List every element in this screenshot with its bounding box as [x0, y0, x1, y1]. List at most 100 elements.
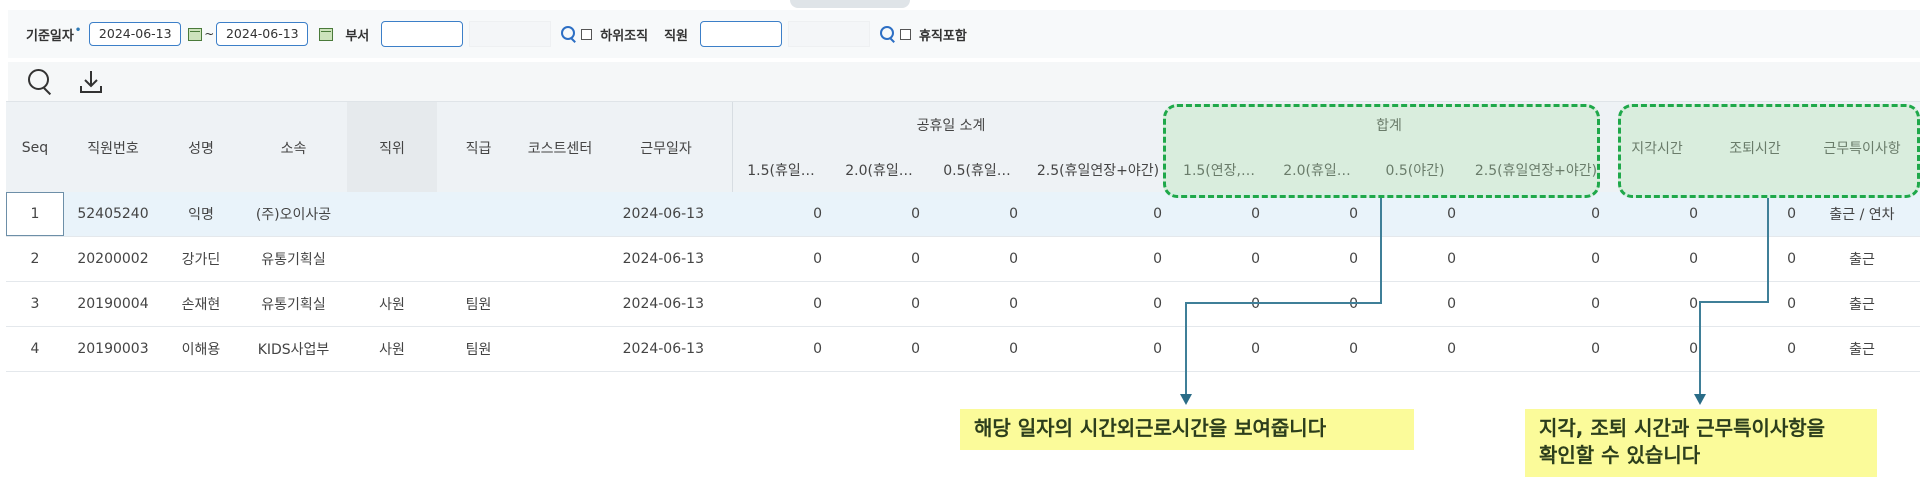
cell-h-2[interactable]: 0 [928, 327, 1026, 371]
cell-h-1[interactable]: 0 [830, 237, 928, 281]
cell-note[interactable]: 출근 [1804, 327, 1920, 371]
cell-dept[interactable]: KIDS사업부 [240, 327, 347, 371]
header-holiday-0-5[interactable]: 0.5(휴일… [928, 147, 1026, 193]
cell-t-1[interactable]: 0 [1268, 192, 1366, 236]
table-row[interactable]: 3 20190004 손재현 유통기획실 사원 팀원 2024-06-13 0 0 0 0 0 0 0 0 0… [6, 282, 1920, 327]
cell-work_date[interactable]: 2024-06-13 [600, 192, 732, 236]
cell-grade[interactable]: 팀원 [437, 327, 520, 371]
cell-h-2[interactable]: 0 [928, 282, 1026, 326]
cell-grade[interactable]: 팀원 [437, 282, 520, 326]
cell-early[interactable]: 0 [1706, 192, 1804, 236]
cell-h-0[interactable]: 0 [732, 237, 830, 281]
cell-t-0[interactable]: 0 [1170, 192, 1268, 236]
cell-work_date[interactable]: 2024-06-13 [600, 282, 732, 326]
date-from-input[interactable]: 2024-06-13 [89, 22, 182, 46]
dept-code-input[interactable] [381, 21, 464, 47]
cell-cost_center[interactable] [520, 282, 600, 326]
cell-position[interactable] [347, 237, 437, 281]
date-to-input[interactable]: 2024-06-13 [216, 22, 309, 46]
search-icon[interactable] [28, 69, 54, 96]
cell-t-3[interactable]: 0 [1464, 327, 1608, 371]
cell-seq[interactable]: 4 [6, 327, 64, 371]
calendar-icon[interactable] [188, 27, 203, 41]
cell-work_date[interactable]: 2024-06-13 [600, 237, 732, 281]
cell-t-1[interactable]: 0 [1268, 282, 1366, 326]
cell-h-2[interactable]: 0 [928, 192, 1026, 236]
cell-h-1[interactable]: 0 [830, 282, 928, 326]
cell-h-0[interactable]: 0 [732, 327, 830, 371]
cell-h-2[interactable]: 0 [928, 237, 1026, 281]
header-work-date[interactable]: 근무일자 [600, 102, 732, 193]
cell-emp_no[interactable]: 20190003 [64, 327, 162, 371]
cell-grade[interactable] [437, 192, 520, 236]
cell-emp_no[interactable]: 20190004 [64, 282, 162, 326]
cell-work_date[interactable]: 2024-06-13 [600, 327, 732, 371]
table-row[interactable]: 2 20200002 강가딘 유통기획실 2024-06-13 0 0 0 0 0 0 0 0 0 0 출근 [6, 237, 1920, 282]
cell-position[interactable]: 사원 [347, 282, 437, 326]
cell-emp_no[interactable]: 52405240 [64, 192, 162, 236]
header-cost-center[interactable]: 코스트센터 [520, 102, 600, 193]
cell-t-1[interactable]: 0 [1268, 237, 1366, 281]
employee-search-icon[interactable] [880, 26, 896, 43]
cell-h-1[interactable]: 0 [830, 192, 928, 236]
cell-t-3[interactable]: 0 [1464, 237, 1608, 281]
include-leave-checkbox[interactable] [900, 28, 911, 40]
cell-seq[interactable]: 2 [6, 237, 64, 281]
cell-position[interactable] [347, 192, 437, 236]
cell-late[interactable]: 0 [1608, 282, 1706, 326]
cell-dept[interactable]: 유통기획실 [240, 282, 347, 326]
cell-late[interactable]: 0 [1608, 327, 1706, 371]
cell-early[interactable]: 0 [1706, 282, 1804, 326]
cell-cost_center[interactable] [520, 192, 600, 236]
cell-cost_center[interactable] [520, 237, 600, 281]
cell-h-3[interactable]: 0 [1026, 192, 1170, 236]
cell-grade[interactable] [437, 237, 520, 281]
cell-seq[interactable]: 1 [6, 192, 64, 236]
employee-code-input[interactable] [700, 21, 782, 47]
cell-t-3[interactable]: 0 [1464, 282, 1608, 326]
cell-position[interactable]: 사원 [347, 327, 437, 371]
cell-h-3[interactable]: 0 [1026, 237, 1170, 281]
cell-dept[interactable]: (주)오이사공 [240, 192, 347, 236]
cell-early[interactable]: 0 [1706, 327, 1804, 371]
header-position[interactable]: 직위 [347, 102, 437, 193]
cell-t-2[interactable]: 0 [1366, 327, 1464, 371]
cell-late[interactable]: 0 [1608, 192, 1706, 236]
header-holiday-2-0[interactable]: 2.0(휴일… [830, 147, 928, 193]
table-row[interactable]: 1 52405240 익명 (주)오이사공 2024-06-13 0 0 0 0 0 0 0 0 0 0 출근… [6, 192, 1920, 237]
cell-name[interactable]: 이해용 [162, 327, 240, 371]
sub-org-checkbox[interactable] [581, 28, 593, 40]
cell-name[interactable]: 강가딘 [162, 237, 240, 281]
dept-search-icon[interactable] [561, 26, 577, 43]
header-seq[interactable]: Seq [6, 102, 64, 193]
header-grade[interactable]: 직급 [437, 102, 520, 193]
cell-h-3[interactable]: 0 [1026, 282, 1170, 326]
cell-emp_no[interactable]: 20200002 [64, 237, 162, 281]
cell-h-0[interactable]: 0 [732, 282, 830, 326]
header-holiday-2-5[interactable]: 2.5(휴일연장+야간) [1026, 147, 1170, 193]
cell-t-3[interactable]: 0 [1464, 192, 1608, 236]
cell-name[interactable]: 익명 [162, 192, 240, 236]
header-holiday-1-5[interactable]: 1.5(휴일… [732, 147, 830, 193]
calendar-icon[interactable] [319, 27, 334, 41]
header-dept[interactable]: 소속 [240, 102, 347, 193]
cell-cost_center[interactable] [520, 327, 600, 371]
download-icon[interactable] [78, 68, 104, 96]
cell-h-3[interactable]: 0 [1026, 327, 1170, 371]
base-date-label: 기준일자• [26, 25, 81, 44]
cell-h-1[interactable]: 0 [830, 327, 928, 371]
cell-late[interactable]: 0 [1608, 237, 1706, 281]
cell-early[interactable]: 0 [1706, 237, 1804, 281]
cell-seq[interactable]: 3 [6, 282, 64, 326]
cell-h-0[interactable]: 0 [732, 192, 830, 236]
cell-t-1[interactable]: 0 [1268, 327, 1366, 371]
cell-t-0[interactable]: 0 [1170, 237, 1268, 281]
cell-note[interactable]: 출근 / 연차 [1804, 192, 1920, 236]
table-row[interactable]: 4 20190003 이해용 KIDS사업부 사원 팀원 2024-06-13 0 0 0 0 0 0 0… [6, 327, 1920, 372]
header-name[interactable]: 성명 [162, 102, 240, 193]
cell-dept[interactable]: 유통기획실 [240, 237, 347, 281]
cell-note[interactable]: 출근 [1804, 237, 1920, 281]
cell-name[interactable]: 손재현 [162, 282, 240, 326]
header-emp-no[interactable]: 직원번호 [64, 102, 162, 193]
cell-note[interactable]: 출근 [1804, 282, 1920, 326]
